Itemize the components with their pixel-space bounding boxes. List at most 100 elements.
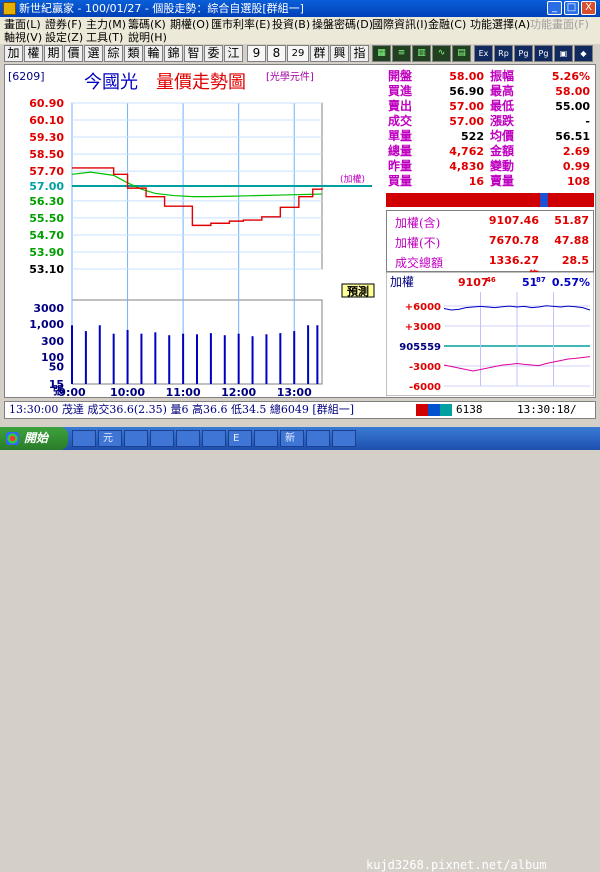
tb-button-9[interactable]: 9 [247,45,266,62]
minimize-button[interactable]: _ [547,1,562,15]
tb-button-smart[interactable]: 智 [184,45,203,62]
tb-button-rotation[interactable]: 輪 [144,45,163,62]
taskbar-item-7[interactable]: E [228,430,252,447]
quote-row: 開盤 58.00 振幅 5.26% [386,69,594,84]
tb-button-weighted[interactable]: 權 [24,45,43,62]
index-label: 加權(不) [395,236,441,250]
status-bar: 13:30:00 茂達 成交36.6(2.35) 量6 高36.6 低34.5 … [4,401,596,419]
volume-bar [307,325,310,384]
buy-sell-ratio-bar [386,193,594,207]
taskbar-item-3[interactable] [124,430,148,447]
window-title: 新世紀贏家 - 100/01/27 - 個股走勢：綜合自選股[群組一] [19,2,304,15]
quote-row: 買量 16 賣量 108 [386,174,594,189]
tb-button-pointer[interactable]: 指 [350,45,369,62]
taskbar-item-1[interactable] [72,430,96,447]
menu-item-view[interactable]: 軸視(V) [4,31,42,44]
index-extra: 51.87 [554,214,589,227]
page-down-icon[interactable]: Pg [534,45,553,62]
close-button[interactable]: X [581,1,596,15]
quote-value: 108 [567,175,590,188]
tb-button-order[interactable]: 委 [204,45,223,62]
taskbar-item-10[interactable] [306,430,330,447]
taskbar-item-5[interactable] [176,430,200,447]
tb-button-29[interactable]: 29 [287,45,309,62]
taskbar-item-11[interactable] [332,430,356,447]
quote-value: 58.00 [449,70,484,83]
taskbar-item-9[interactable]: 新 [280,430,304,447]
menu-item-finance[interactable]: 金融(C) [428,18,466,31]
doc-icon[interactable]: ▤ [452,45,471,62]
index-value: 7670.78 [488,234,539,247]
quote-label: 單量 [388,129,413,143]
restore-button[interactable]: □ [564,1,579,15]
menu-item-forex[interactable]: 匯市利率(E) [211,18,271,31]
volume-bar [140,333,143,384]
reference-tag: (加權) [340,173,365,185]
menu-item-securities[interactable]: 證券(F) [45,18,82,31]
quote-label: 買進 [388,84,413,98]
menu-item-futures[interactable]: 期權(O) [170,18,209,31]
volume-bar [126,329,129,384]
volume-bar [316,325,319,384]
menu-item-trading-code[interactable]: 操盤密碼(D) [312,18,373,31]
taskbar-item-8[interactable] [254,430,278,447]
lines-icon[interactable]: ≡ [392,45,411,62]
volume-bar [182,333,185,384]
y-tick-label: 59.30 [29,131,64,144]
rp-icon[interactable]: Rp [494,45,513,62]
menu-item-help[interactable]: 說明(H) [128,31,167,44]
taskbar-item-4[interactable] [150,430,174,447]
status-time: 13:30:18/ [517,403,577,416]
bars-icon[interactable]: ▥ [412,45,431,62]
code-input[interactable]: 6138 [456,402,483,418]
tb-button-index[interactable]: 加 [4,45,23,62]
mini-y-tick-label: -3000 [409,362,441,373]
menu-item-function-select[interactable]: 功能選擇(A) [470,18,530,31]
tb-button-group[interactable]: 群 [310,45,329,62]
page-up-icon[interactable]: Pg [514,45,533,62]
quote-label: 賣出 [388,99,413,113]
quote-value: 57.00 [449,115,484,128]
menu-item-screen[interactable]: 畫面(L) [4,18,41,31]
menu-item-intl-info[interactable]: 國際資訊(I) [372,18,428,31]
quote-label: 最高 [490,84,515,98]
menu-item-main-force[interactable]: 主力(M) [86,18,126,31]
taskbar-item-2[interactable]: 元 [98,430,122,447]
grid-icon[interactable]: ▦ [372,45,391,62]
quote-row: 總量 4,762 金額 2.69 [386,144,594,159]
volume-tick-label: 300 [41,335,64,348]
menu-item-function-screen: 功能畫面(F) [530,18,589,31]
tb-button-select[interactable]: 選 [84,45,103,62]
tb-button-futures[interactable]: 期 [44,45,63,62]
y-tick-label: 53.90 [29,246,64,259]
volume-bar [154,332,157,384]
mini-y-tick-label: +3000 [405,322,441,333]
volume-bar [98,325,101,384]
x-tick-label: 12:00 [221,386,256,398]
tb-button-river[interactable]: 江 [224,45,243,62]
tb-button-prosper[interactable]: 興 [330,45,349,62]
menu-item-chips[interactable]: 籌碼(K) [128,18,166,31]
y-tick-label: 60.10 [29,114,64,127]
tb-button-composite[interactable]: 綜 [104,45,123,62]
wave-icon[interactable]: ∿ [432,45,451,62]
quote-value: 55.00 [555,100,590,113]
tb-button-brocade[interactable]: 錦 [164,45,183,62]
index-extra: 47.88 [554,234,589,247]
menu-item-settings[interactable]: 設定(Z) [45,31,83,44]
volume-bar [112,333,115,384]
mini-index-pct: 0.57% [552,276,590,289]
box-icon[interactable]: ▣ [554,45,573,62]
tb-button-8[interactable]: 8 [267,45,286,62]
industry-tag: [光學元件] [266,70,314,83]
tb-button-price[interactable]: 價 [64,45,83,62]
chart-title: 量價走勢圖 [156,72,246,93]
ex-icon[interactable]: Ex [474,45,493,62]
quote-row: 買進 56.90 最高 58.00 [386,84,594,99]
menu-item-invest[interactable]: 投資(B) [272,18,310,31]
menu-item-tools[interactable]: 工具(T) [86,31,123,44]
mini-chart-label: 加權 [390,275,414,289]
tb-button-category[interactable]: 類 [124,45,143,62]
arrow-icon[interactable]: ◆ [574,45,593,62]
taskbar-item-6[interactable] [202,430,226,447]
